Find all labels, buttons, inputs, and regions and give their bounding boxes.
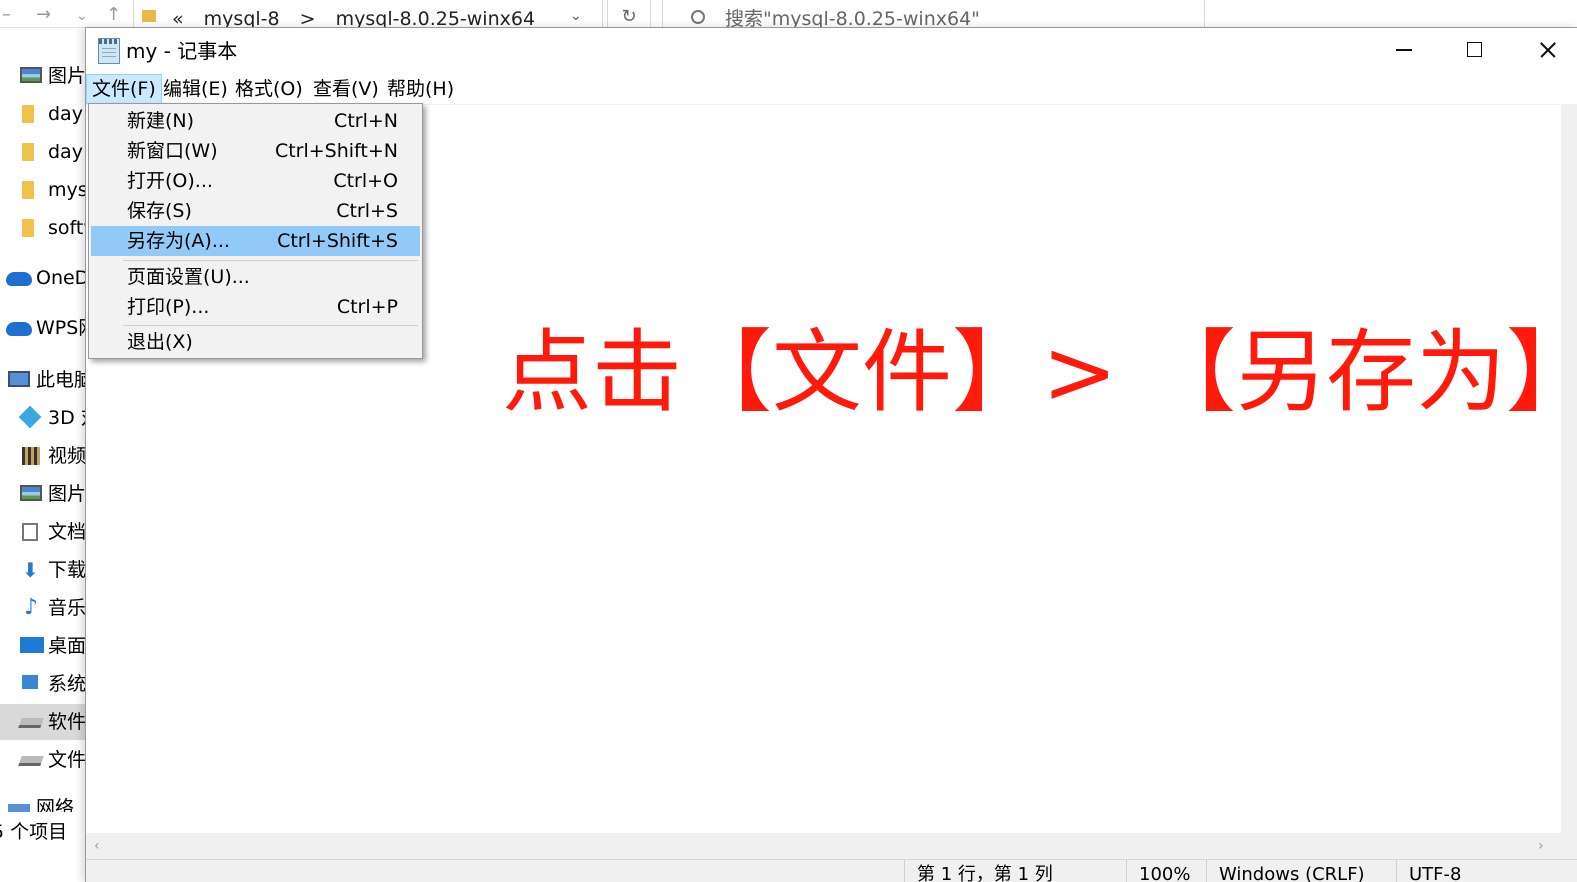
address-bar[interactable]: « mysql-8 > mysql-8.0.25-winx64 ⌄ <box>133 0 603 27</box>
status-cursor-position: 第 1 行，第 1 列 <box>904 860 1126 882</box>
search-placeholder: 搜索"mysql-8.0.25-winx64" <box>725 8 980 28</box>
close-button[interactable] <box>1510 28 1577 72</box>
nav-item-files-drive[interactable]: 文件 <box>0 742 86 778</box>
folder-icon <box>22 105 34 123</box>
menu-view[interactable]: 查看(V) <box>308 74 384 104</box>
search-icon <box>691 10 705 24</box>
maximize-button[interactable] <box>1438 28 1510 72</box>
nav-item-music[interactable]: ♪ 音乐 <box>0 590 86 626</box>
horizontal-scrollbar[interactable]: ‹ › <box>86 833 1561 859</box>
menu-separator <box>123 325 418 326</box>
menu-item-save[interactable]: 保存(S) Ctrl+S <box>91 196 420 226</box>
network-icon <box>8 804 30 812</box>
refresh-icon[interactable]: ↻ <box>607 0 651 27</box>
cloud-icon <box>6 322 32 336</box>
nav-item-folder-day1-b[interactable]: day1 <box>0 134 86 170</box>
scroll-right-icon[interactable]: › <box>1538 838 1544 854</box>
menu-item-print[interactable]: 打印(P)... Ctrl+P <box>91 292 420 322</box>
breadcrumb-separator[interactable]: > <box>300 8 316 27</box>
picture-icon <box>20 485 42 501</box>
menu-help[interactable]: 帮助(H) <box>382 74 459 104</box>
minimize-icon <box>1396 49 1412 51</box>
search-input[interactable]: 搜索"mysql-8.0.25-winx64" <box>662 0 1205 28</box>
nav-item-pictures[interactable]: 图片 <box>0 476 86 512</box>
explorer-status-item-count: 5 个项目 <box>0 821 68 843</box>
breadcrumb: « mysql-8 > mysql-8.0.25-winx64 <box>172 8 549 27</box>
status-zoom: 100% <box>1126 860 1206 882</box>
file-dropdown-menu: 新建(N) Ctrl+N 新窗口(W) Ctrl+Shift+N 打开(O)..… <box>88 103 423 359</box>
notepad-app-icon[interactable] <box>98 38 120 64</box>
nav-item-onedrive[interactable]: OneDrive <box>0 260 86 296</box>
breadcrumb-parent[interactable]: mysql-8 <box>204 8 280 27</box>
status-line-ending: Windows (CRLF) <box>1206 860 1396 882</box>
music-icon: ♪ <box>24 595 39 620</box>
folder-icon <box>22 143 34 161</box>
picture-icon <box>20 67 42 83</box>
nav-item-folder-mysql[interactable]: mysql <box>0 172 86 208</box>
folder-icon <box>22 219 34 237</box>
nav-item-folder-software[interactable]: software <box>0 210 86 246</box>
menu-item-new-window[interactable]: 新窗口(W) Ctrl+Shift+N <box>91 136 420 166</box>
scrollbar-corner <box>1561 833 1577 859</box>
nav-item-wps-cloud[interactable]: WPS网盘 <box>0 310 86 346</box>
nav-item-desktop[interactable]: 桌面 <box>0 628 86 664</box>
status-encoding: UTF-8 <box>1396 860 1577 882</box>
pc-icon <box>8 371 30 387</box>
menu-edit[interactable]: 编辑(E) <box>158 74 233 104</box>
menu-item-open[interactable]: 打开(O)... Ctrl+O <box>91 166 420 196</box>
menu-item-page-setup[interactable]: 页面设置(U)... <box>91 262 420 292</box>
maximize-icon <box>1467 42 1482 57</box>
instruction-annotation: 点击【文件】> 【另存为】 <box>502 320 1577 425</box>
3d-objects-icon <box>18 405 42 429</box>
download-icon: ⬇ <box>22 558 39 582</box>
menu-item-exit[interactable]: 退出(X) <box>91 327 420 357</box>
menu-separator <box>123 260 418 261</box>
title-bar[interactable]: my - 记事本 <box>86 28 1577 74</box>
menu-bar: 文件(F) 编辑(E) 格式(O) 查看(V) 帮助(H) <box>86 74 1577 104</box>
menu-item-new[interactable]: 新建(N) Ctrl+N <box>91 106 420 136</box>
nav-item-3d-objects[interactable]: 3D 对象 <box>0 400 86 436</box>
drive-icon <box>18 756 44 766</box>
nav-item-network[interactable]: 网络 <box>0 790 86 812</box>
explorer-address-toolbar: – → ⌄ ↑ « mysql-8 > mysql-8.0.25-winx64 … <box>0 0 1577 28</box>
video-icon <box>22 447 40 465</box>
recent-locations-icon[interactable]: ⌄ <box>76 8 88 24</box>
menu-file[interactable]: 文件(F) <box>86 74 162 104</box>
nav-item-videos[interactable]: 视频 <box>0 438 86 474</box>
window-title: my - 记事本 <box>126 39 238 63</box>
cloud-icon <box>6 272 32 286</box>
minimize-button[interactable] <box>1366 28 1438 72</box>
desktop-icon <box>20 637 44 653</box>
document-icon <box>22 523 38 541</box>
breadcrumb-overflow[interactable]: « <box>172 8 184 27</box>
drive-icon <box>18 718 44 728</box>
chevron-down-icon[interactable]: ⌄ <box>570 8 582 24</box>
nav-item-pictures-quick[interactable]: 图片 <box>0 58 86 94</box>
scroll-left-icon[interactable]: ‹ <box>94 838 100 854</box>
up-arrow-icon[interactable]: ↑ <box>106 4 121 25</box>
forward-arrow-icon[interactable]: → <box>36 4 51 25</box>
vertical-scrollbar[interactable] <box>1561 104 1577 833</box>
system-drive-icon <box>22 675 38 689</box>
breadcrumb-current[interactable]: mysql-8.0.25-winx64 <box>336 8 535 27</box>
nav-item-system-drive[interactable]: 系统 <box>0 666 86 702</box>
nav-item-downloads[interactable]: ⬇ 下载 <box>0 552 86 588</box>
nav-item-documents[interactable]: 文档 <box>0 514 86 550</box>
menu-item-save-as[interactable]: 另存为(A)... Ctrl+Shift+S <box>91 226 420 256</box>
folder-icon <box>142 10 156 22</box>
nav-item-this-pc[interactable]: 此电脑 <box>0 362 86 398</box>
back-arrow-icon[interactable]: – <box>2 4 11 25</box>
nav-item-software-drive[interactable]: 软件 <box>0 704 86 740</box>
navigation-pane: 图片 day1 day1 mysql software OneDrive WPS… <box>0 28 86 850</box>
nav-item-folder-day1[interactable]: day1 <box>0 96 86 132</box>
menu-format[interactable]: 格式(O) <box>230 74 308 104</box>
folder-icon <box>22 181 34 199</box>
status-bar: 第 1 行，第 1 列 100% Windows (CRLF) UTF-8 <box>86 859 1577 882</box>
